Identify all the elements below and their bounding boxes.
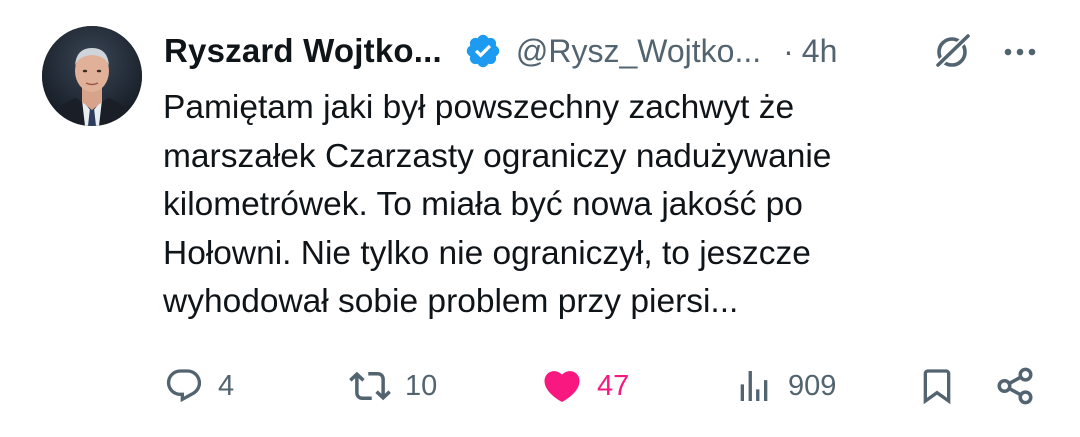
like-button[interactable]: 47 (541, 360, 629, 412)
more-icon[interactable] (1000, 32, 1040, 72)
views-button[interactable]: 909 (734, 360, 836, 412)
views-count: 909 (788, 369, 837, 402)
share-button[interactable] (994, 360, 1036, 412)
grok-icon[interactable] (932, 30, 974, 72)
timestamp[interactable]: 4h (802, 33, 838, 70)
tweet-text: Pamiętam jaki był powszechny zachwyt że … (163, 84, 1043, 327)
bookmark-icon (917, 366, 957, 406)
tweet-text-line: Pamiętam jaki był powszechny zachwyt że (163, 89, 795, 126)
tweet-text-line: marszałek Czarzasty ograniczy nadużywani… (163, 137, 832, 175)
repost-icon (349, 365, 391, 407)
tweet-card[interactable]: Ryszard Wojtko... @Rysz_Wojtko... · 4h P… (0, 0, 1080, 437)
reply-count: 4 (218, 369, 235, 402)
heart-icon (541, 365, 583, 407)
repost-button[interactable]: 10 (349, 360, 437, 412)
tweet-text-line: wyhodował sobie problem przy piersi... (163, 283, 739, 320)
separator-dot: · (783, 32, 794, 69)
tweet-text-line: Hołowni. Nie tylko nie ograniczył, to je… (163, 234, 811, 272)
repost-count: 10 (405, 369, 438, 402)
tweet-text-line: kilometrówek. To miała być nowa jakość p… (163, 186, 803, 223)
action-bar: 4 10 47 909 (0, 360, 1080, 412)
views-icon (734, 366, 774, 406)
bookmark-button[interactable] (917, 360, 957, 412)
reply-button[interactable]: 4 (164, 360, 234, 412)
display-name[interactable]: Ryszard Wojtko... (164, 32, 442, 70)
reply-icon (164, 366, 204, 406)
avatar[interactable] (42, 26, 142, 126)
tweet-header: Ryszard Wojtko... @Rysz_Wojtko... · 4h (164, 28, 1044, 74)
verified-badge-icon[interactable] (464, 32, 502, 70)
handle[interactable]: @Rysz_Wojtko... (516, 33, 761, 70)
share-icon (994, 365, 1036, 407)
like-count: 47 (597, 369, 630, 402)
